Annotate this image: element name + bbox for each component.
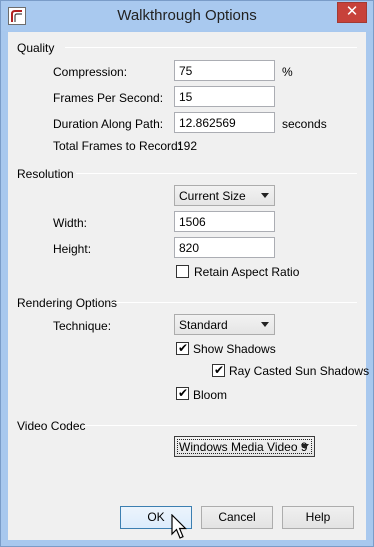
height-field[interactable]: [174, 237, 275, 258]
technique-dropdown[interactable]: Standard: [174, 314, 275, 335]
video-codec-divider: [84, 425, 357, 426]
quality-group-label: Quality: [17, 41, 55, 55]
ray-casted-label[interactable]: Ray Casted Sun Shadows: [229, 364, 369, 378]
cancel-button[interactable]: Cancel: [201, 506, 273, 529]
focus-ring: [177, 439, 312, 454]
duration-unit: seconds: [282, 117, 327, 131]
compression-field[interactable]: [174, 60, 275, 81]
total-frames-label: Total Frames to Record:: [53, 139, 182, 153]
technique-dropdown-value: Standard: [179, 318, 228, 332]
size-dropdown[interactable]: Current Size: [174, 185, 275, 206]
rendering-group-label: Rendering Options: [17, 296, 118, 310]
size-dropdown-value: Current Size: [179, 189, 246, 203]
retain-aspect-label[interactable]: Retain Aspect Ratio: [194, 265, 299, 279]
video-codec-group-label: Video Codec: [17, 419, 86, 433]
help-button[interactable]: Help: [282, 506, 354, 529]
checkmark-icon: ✔: [214, 363, 225, 377]
chevron-down-icon: [261, 322, 269, 327]
chevron-down-icon: [261, 193, 269, 198]
width-field[interactable]: [174, 211, 275, 232]
duration-label: Duration Along Path:: [53, 117, 164, 131]
width-label: Width:: [53, 216, 88, 230]
dialog-window: Walkthrough Options ✕ Quality Compressio…: [0, 0, 374, 547]
fps-field[interactable]: [174, 86, 275, 107]
resolution-group-label: Resolution: [17, 167, 74, 181]
codec-dropdown[interactable]: Windows Media Video 9: [174, 436, 315, 457]
mouse-pointer-icon: [170, 513, 190, 545]
total-frames-value: 192: [177, 139, 198, 153]
rendering-divider: [112, 302, 357, 303]
resolution-divider: [76, 173, 357, 174]
checkmark-icon: ✔: [178, 341, 189, 355]
compression-unit: %: [282, 65, 293, 79]
fps-label: Frames Per Second:: [53, 91, 164, 105]
close-button[interactable]: ✕: [337, 2, 367, 23]
show-shadows-label[interactable]: Show Shadows: [193, 342, 276, 356]
window-title: Walkthrough Options: [117, 7, 257, 24]
duration-field[interactable]: [174, 112, 275, 133]
height-label: Height:: [53, 242, 92, 256]
checkmark-icon: ✔: [178, 386, 189, 400]
show-shadows-checkbox[interactable]: ✔: [176, 341, 189, 355]
dialog-body: Quality Compression: % Frames Per Second…: [8, 32, 369, 540]
ray-casted-checkbox[interactable]: ✔: [212, 363, 225, 377]
technique-label: Technique:: [53, 319, 112, 333]
bloom-label[interactable]: Bloom: [193, 388, 227, 402]
chevron-down-icon: [301, 444, 309, 449]
title-bar[interactable]: Walkthrough Options ✕: [1, 1, 373, 31]
retain-aspect-checkbox[interactable]: [176, 265, 189, 278]
quality-divider: [65, 47, 357, 48]
compression-label: Compression:: [53, 65, 128, 79]
bloom-checkbox[interactable]: ✔: [176, 386, 189, 400]
